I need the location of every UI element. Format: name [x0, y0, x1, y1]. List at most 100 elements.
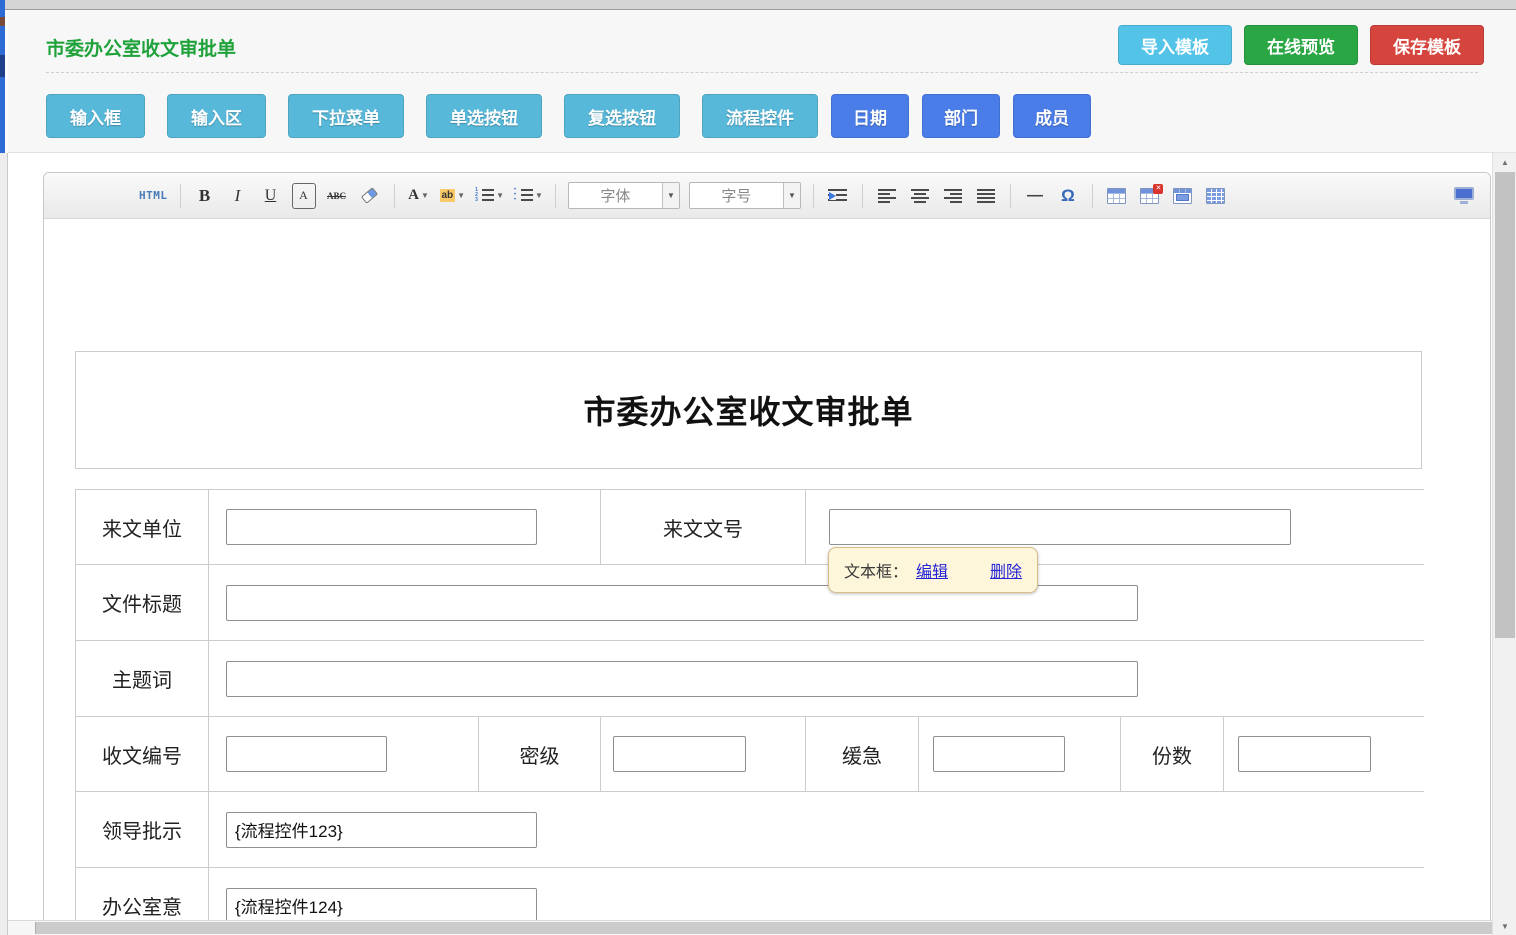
add-member-button[interactable]: 成员	[1013, 94, 1091, 138]
align-left-button[interactable]	[875, 183, 899, 209]
table-properties-icon	[1173, 188, 1192, 204]
leader-instructions-input[interactable]	[226, 812, 537, 848]
add-textarea-button[interactable]: 输入区	[167, 94, 266, 138]
cell-properties-icon	[1206, 188, 1225, 204]
add-dropdown-button[interactable]: 下拉菜单	[288, 94, 404, 138]
chevron-down-icon: ▼	[535, 191, 543, 200]
delete-widget-link[interactable]: 删除	[990, 558, 1022, 582]
toolbar-separator	[394, 184, 395, 208]
align-right-button[interactable]	[941, 183, 965, 209]
form-title-block[interactable]: 市委办公室收文审批单	[75, 351, 1422, 469]
indent-icon	[828, 189, 847, 203]
table-cell	[209, 792, 1425, 868]
copies-input[interactable]	[1238, 736, 1371, 772]
source-unit-input[interactable]	[226, 509, 537, 545]
add-radio-button[interactable]: 单选按钮	[426, 94, 542, 138]
header-divider	[46, 72, 1478, 73]
widget-group-basic: 输入框 输入区 下拉菜单 单选按钮 复选按钮 流程控件	[46, 94, 818, 138]
align-justify-button[interactable]	[974, 183, 998, 209]
italic-button[interactable]: I	[226, 183, 250, 209]
horizontal-rule-button[interactable]: —	[1023, 183, 1047, 209]
editor-toolbar: HTML B I U A ABC A▼ ab▼ ▼ ▼ 字体 ▼ 字号 ▼ — …	[44, 173, 1490, 219]
cell-properties-button[interactable]	[1204, 183, 1228, 209]
toolbar-separator	[180, 184, 181, 208]
table-row: 文件标题	[76, 565, 1425, 641]
field-label: 办公室意	[76, 868, 209, 922]
field-label: 密级	[479, 717, 601, 792]
add-checkbox-button[interactable]: 复选按钮	[564, 94, 680, 138]
table-row: 主题词	[76, 641, 1425, 717]
urgency-input[interactable]	[933, 736, 1065, 772]
align-justify-icon	[977, 189, 995, 203]
online-preview-button[interactable]: 在线预览	[1244, 25, 1358, 65]
eraser-icon	[361, 187, 378, 204]
widget-toolbar: 输入框 输入区 下拉菜单 单选按钮 复选按钮 流程控件 日期 部门 成员	[46, 94, 1091, 138]
bold-button[interactable]: B	[193, 183, 217, 209]
form-table-wrapper: 来文单位 来文文号 文件标题 主题词 收文编号 密级	[75, 489, 1424, 921]
widget-group-org: 日期 部门 成员	[831, 94, 1091, 138]
underline-button[interactable]: U	[259, 183, 283, 209]
table-row: 领导批示	[76, 792, 1425, 868]
secrecy-level-input[interactable]	[613, 736, 746, 772]
document-number-input[interactable]	[829, 509, 1291, 545]
form-table: 来文单位 来文文号 文件标题 主题词 收文编号 密级	[75, 489, 1424, 921]
highlight-color-button[interactable]: ab▼	[440, 183, 466, 209]
insert-table-button[interactable]	[1105, 183, 1129, 209]
table-properties-button[interactable]	[1171, 183, 1195, 209]
table-cell	[209, 717, 479, 792]
scroll-up-arrow-icon[interactable]: ▲	[1493, 153, 1516, 171]
chevron-down-icon: ▼	[662, 183, 679, 208]
office-opinion-input[interactable]	[226, 888, 537, 922]
remove-format-button[interactable]	[358, 183, 382, 209]
rich-text-editor: HTML B I U A ABC A▼ ab▼ ▼ ▼ 字体 ▼ 字号 ▼ — …	[43, 172, 1491, 935]
indent-button[interactable]	[826, 183, 850, 209]
fullscreen-button[interactable]	[1454, 187, 1474, 204]
add-date-button[interactable]: 日期	[831, 94, 909, 138]
table-icon	[1107, 188, 1126, 204]
delete-table-button[interactable]	[1138, 183, 1162, 209]
table-cell	[209, 641, 1425, 717]
add-flow-control-button[interactable]: 流程控件	[702, 94, 818, 138]
field-label: 主题词	[76, 641, 209, 717]
vertical-scrollbar-thumb[interactable]	[1495, 172, 1515, 638]
field-label: 收文编号	[76, 717, 209, 792]
add-department-button[interactable]: 部门	[922, 94, 1000, 138]
ordered-list-button[interactable]: ▼	[474, 183, 504, 209]
special-character-button[interactable]: Ω	[1056, 183, 1080, 209]
align-center-button[interactable]	[908, 183, 932, 209]
chevron-down-icon: ▼	[457, 191, 465, 200]
page-title: 市委办公室收文审批单	[46, 34, 236, 61]
save-template-button[interactable]: 保存模板	[1370, 25, 1484, 65]
font-family-select[interactable]: 字体 ▼	[568, 182, 680, 209]
template-actions: 导入模板 在线预览 保存模板	[1118, 25, 1484, 65]
vertical-scrollbar[interactable]: ▲ ▼	[1492, 153, 1516, 935]
table-cell	[209, 565, 1425, 641]
table-cell	[209, 490, 601, 565]
scroll-down-arrow-icon[interactable]: ▼	[1493, 917, 1516, 935]
field-label: 领导批示	[76, 792, 209, 868]
window-top-edge	[0, 0, 1516, 10]
chevron-down-icon: ▼	[421, 191, 429, 200]
strikethrough-button[interactable]: ABC	[325, 183, 349, 209]
editor-document-area[interactable]: 市委办公室收文审批单 来文单位 来文文号 文件标题	[44, 219, 1490, 934]
edit-widget-link[interactable]: 编辑	[916, 558, 948, 582]
format-button[interactable]: A	[292, 183, 316, 209]
source-code-button[interactable]: HTML	[139, 183, 168, 209]
chevron-down-icon: ▼	[783, 183, 800, 208]
table-cell	[601, 717, 806, 792]
font-size-select[interactable]: 字号 ▼	[689, 182, 801, 209]
tooltip-label: 文本框：	[844, 558, 908, 582]
unordered-list-button[interactable]: ▼	[513, 183, 543, 209]
add-input-box-button[interactable]: 输入框	[46, 94, 145, 138]
horizontal-scrollbar-thumb[interactable]	[35, 922, 1492, 934]
horizontal-scrollbar[interactable]	[8, 920, 1492, 935]
align-center-icon	[911, 189, 929, 203]
field-label: 来文单位	[76, 490, 209, 565]
receipt-number-input[interactable]	[226, 736, 387, 772]
font-color-button[interactable]: A▼	[407, 183, 431, 209]
form-title: 市委办公室收文审批单	[583, 387, 913, 433]
keywords-input[interactable]	[226, 661, 1138, 697]
ordered-list-icon	[474, 188, 494, 203]
import-template-button[interactable]: 导入模板	[1118, 25, 1232, 65]
chevron-down-icon: ▼	[496, 191, 504, 200]
